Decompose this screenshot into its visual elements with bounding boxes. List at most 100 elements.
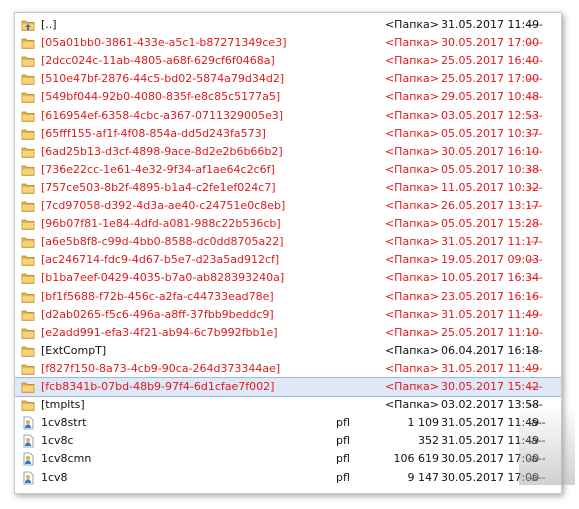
file-attributes: ----: [527, 217, 543, 231]
file-row[interactable]: 1cv8cpfl35231.05.2017 11:49-a--: [15, 432, 561, 450]
file-attributes: ----: [527, 271, 543, 285]
file-name: [fcb8341b-07bd-48b9-97f4-6d1cfae7f002]: [41, 380, 275, 393]
folder-row[interactable]: [549bf044-92b0-4080-835f-e8c85c5177a5] <П…: [15, 88, 561, 106]
folder-row[interactable]: [05a01bb0-3861-433e-a5c1-b87271349ce3] <П…: [15, 34, 561, 52]
file-date: 30.05.2017 16:10: [441, 144, 540, 158]
folder-icon: [21, 398, 35, 412]
file-date: 11.05.2017 10:32: [441, 180, 540, 194]
folder-icon: [21, 109, 35, 123]
file-date: 03.02.2017 13:58: [441, 398, 540, 412]
folder-row[interactable]: [tmplts]<Папка>03.02.2017 13:58----: [15, 396, 561, 414]
file-size: <Папка>: [384, 72, 439, 86]
folder-icon: [21, 380, 35, 394]
file-attributes: ----: [527, 180, 543, 194]
folder-icon: [21, 290, 35, 304]
file-size: <Папка>: [384, 398, 439, 412]
folder-row[interactable]: [2dcc024c-11ab-4805-a68f-629cf6f0468a] <П…: [15, 52, 561, 70]
folder-icon: [21, 326, 35, 340]
folder-row[interactable]: [bf1f5688-f72b-456c-a2fa-c44733ead78e] <П…: [15, 288, 561, 306]
file-name: [65fff155-af1f-4f08-854a-dd5d243fa573]: [41, 126, 266, 140]
folder-row[interactable]: [e2add991-efa3-4f21-ab94-6c7b992fbb1e] <П…: [15, 324, 561, 342]
file-name: [96b07f81-1e84-4dfd-a081-988c22b536cb]: [41, 217, 281, 231]
folder-row[interactable]: [b1ba7eef-0429-4035-b7a0-ab828393240a] <П…: [15, 269, 561, 287]
file-row[interactable]: 1cv8strtpfl1 10931.05.2017 11:49-a--: [15, 414, 561, 432]
file-attributes: ----: [527, 108, 543, 122]
folder-icon: [21, 362, 35, 376]
folder-row[interactable]: [f827f150-8a73-4cb9-90ca-264d373344ae] <П…: [15, 360, 561, 378]
file-name: 1cv8cmn: [41, 452, 92, 466]
file-date: 30.05.2017 17:00: [441, 470, 540, 484]
folder-row[interactable]: [6ad25b13-d3cf-4898-9ace-8d2e2b6b66b2] <П…: [15, 143, 561, 161]
folder-row[interactable]: [96b07f81-1e84-4dfd-a081-988c22b536cb] <П…: [15, 215, 561, 233]
file-attributes: ----: [527, 199, 543, 212]
folder-row[interactable]: [510e47bf-2876-44c5-bd02-5874a79d34d2] <П…: [15, 70, 561, 88]
file-name: [tmplts]: [41, 398, 85, 412]
file-size: 352: [418, 434, 439, 448]
file-size: <Папка>: [384, 325, 439, 339]
file-attributes: ----: [527, 90, 543, 104]
file-attributes: ----: [527, 343, 543, 357]
file-date: 23.05.2017 16:16: [441, 289, 540, 303]
file-name: [b1ba7eef-0429-4035-b7a0-ab828393240a]: [41, 271, 285, 285]
file-size: <Папка>: [384, 361, 439, 375]
file-attributes: ----: [527, 253, 543, 267]
file-name: [bf1f5688-f72b-456c-a2fa-c44733ead78e]: [41, 289, 274, 303]
folder-icon: [21, 308, 35, 322]
folder-icon: [21, 199, 35, 213]
folder-icon: [21, 36, 35, 50]
file-name: [549bf044-92b0-4080-835f-e8c85c5177a5]: [41, 90, 281, 104]
file-size: <Папка>: [384, 108, 439, 122]
folder-icon: [21, 163, 35, 177]
file-date: 31.05.2017 11:49: [441, 361, 540, 375]
file-name: [736e22cc-1e61-4e32-9f34-af1ae64c2c6f]: [41, 162, 275, 176]
file-name: [510e47bf-2876-44c5-bd02-5874a79d34d2]: [41, 72, 285, 86]
folder-row[interactable]: [a6e5b8f8-c99d-4bb0-8588-dc0dd8705a22] <П…: [15, 233, 561, 251]
file-size: 9 147: [407, 470, 440, 484]
folder-row[interactable]: [7cd97058-d392-4d3a-ae40-c24751e0c8eb] <П…: [15, 197, 561, 215]
folder-row[interactable]: [..] <Папка> 31.05.2017 11:49 ----: [15, 16, 561, 34]
file-date: 30.05.2017 15:42: [441, 380, 540, 393]
file-date: 10.05.2017 16:34: [441, 271, 540, 285]
file-date: 30.05.2017 17:00: [441, 452, 540, 466]
folder-row[interactable]: [616954ef-6358-4cbc-a367-0711329005e3] <П…: [15, 107, 561, 125]
file-attributes: ----: [527, 289, 543, 303]
folder-icon: [21, 271, 35, 285]
file-size: <Папка>: [384, 235, 439, 249]
file-name: [7cd97058-d392-4d3a-ae40-c24751e0c8eb]: [41, 199, 286, 212]
file-size: <Папка>: [384, 217, 439, 231]
file-attributes: ----: [527, 307, 543, 321]
file-row[interactable]: 1cv8pfl9 14730.05.2017 17:00-a--: [15, 469, 561, 487]
file-date: 25.05.2017 17:00: [441, 72, 540, 86]
file-attributes: ----: [527, 235, 543, 249]
file-size: <Папка>: [384, 36, 439, 50]
folder-icon: [21, 54, 35, 68]
file-size: <Папка>: [384, 54, 439, 68]
file-date: 31.05.2017 11:17: [441, 235, 540, 249]
file-attributes: ----: [527, 361, 543, 375]
folder-row[interactable]: [ac246714-fdc9-4d67-b5e7-d23a5ad912cf] <П…: [15, 251, 561, 269]
file-date: 31.05.2017 11:49: [441, 18, 540, 31]
file-date: 26.05.2017 13:17: [441, 199, 540, 212]
folder-row[interactable]: [736e22cc-1e61-4e32-9f34-af1ae64c2c6f] <П…: [15, 161, 561, 179]
file-name: [..]: [41, 18, 57, 31]
file-date: 03.05.2017 12:53: [441, 108, 540, 122]
folder-icon: [21, 253, 35, 267]
file-list-panel[interactable]: [..] <Папка> 31.05.2017 11:49 ---- [05a01bb0…: [14, 12, 562, 494]
file-date: 25.05.2017 16:40: [441, 54, 540, 68]
folder-row[interactable]: [ExtCompT] <Папка> 06.04.2017 16:18 ----: [15, 342, 561, 360]
file-size: <Папка>: [384, 126, 439, 140]
file-date: 25.05.2017 11:10: [441, 325, 540, 339]
folder-icon: [21, 235, 35, 249]
file-size: <Папка>: [384, 380, 439, 393]
file-row[interactable]: 1cv8cmnpfl106 61930.05.2017 17:00-a--: [15, 450, 561, 468]
folder-icon: [21, 181, 35, 195]
file-date: 31.05.2017 11:49: [441, 416, 540, 430]
folder-row[interactable]: [65fff155-af1f-4f08-854a-dd5d243fa573] <П…: [15, 125, 561, 143]
folder-row[interactable]: [757ce503-8b2f-4895-b1a4-c2fe1ef024c7] <П…: [15, 179, 561, 197]
folder-icon: [21, 344, 35, 358]
file-icon: [21, 434, 35, 448]
file-attributes: ----: [527, 380, 543, 393]
folder-row[interactable]: [fcb8341b-07bd-48b9-97f4-6d1cfae7f002] <П…: [15, 377, 561, 397]
folder-row[interactable]: [d2ab0265-f5c6-496a-a8ff-37fbb9beddc9] <П…: [15, 306, 561, 324]
file-attributes: ----: [527, 325, 543, 339]
